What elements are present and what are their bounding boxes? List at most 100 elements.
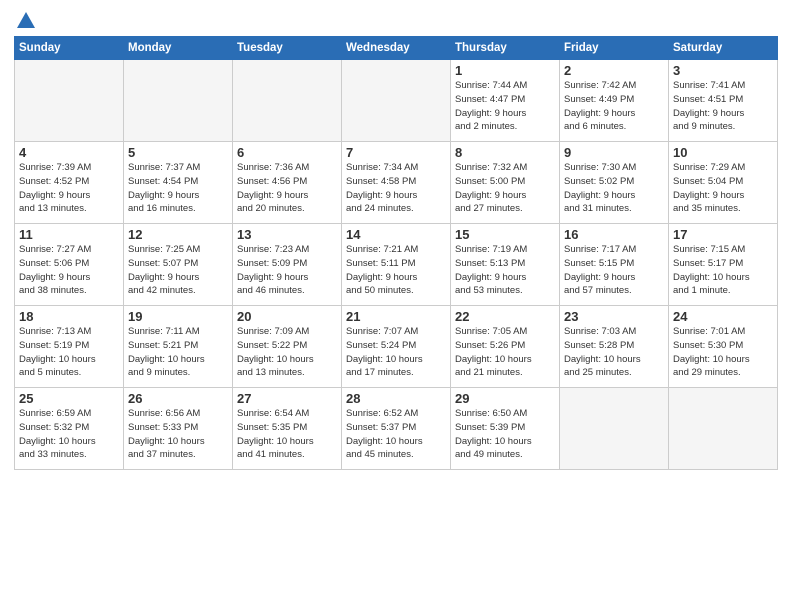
day-info: Sunrise: 7:05 AM Sunset: 5:26 PM Dayligh… bbox=[455, 325, 555, 380]
header bbox=[14, 10, 778, 28]
calendar-cell bbox=[669, 388, 778, 470]
weekday-header-row: SundayMondayTuesdayWednesdayThursdayFrid… bbox=[15, 37, 778, 60]
calendar-cell: 28Sunrise: 6:52 AM Sunset: 5:37 PM Dayli… bbox=[342, 388, 451, 470]
calendar-cell: 22Sunrise: 7:05 AM Sunset: 5:26 PM Dayli… bbox=[451, 306, 560, 388]
day-info: Sunrise: 7:44 AM Sunset: 4:47 PM Dayligh… bbox=[455, 79, 555, 134]
day-info: Sunrise: 7:30 AM Sunset: 5:02 PM Dayligh… bbox=[564, 161, 664, 216]
day-number: 24 bbox=[673, 309, 773, 324]
day-info: Sunrise: 7:25 AM Sunset: 5:07 PM Dayligh… bbox=[128, 243, 228, 298]
day-number: 6 bbox=[237, 145, 337, 160]
day-number: 16 bbox=[564, 227, 664, 242]
day-number: 15 bbox=[455, 227, 555, 242]
day-number: 9 bbox=[564, 145, 664, 160]
day-number: 3 bbox=[673, 63, 773, 78]
day-number: 7 bbox=[346, 145, 446, 160]
day-number: 12 bbox=[128, 227, 228, 242]
weekday-header-thursday: Thursday bbox=[451, 37, 560, 60]
calendar-cell bbox=[560, 388, 669, 470]
calendar-cell: 17Sunrise: 7:15 AM Sunset: 5:17 PM Dayli… bbox=[669, 224, 778, 306]
day-info: Sunrise: 7:15 AM Sunset: 5:17 PM Dayligh… bbox=[673, 243, 773, 298]
calendar-week-4: 18Sunrise: 7:13 AM Sunset: 5:19 PM Dayli… bbox=[15, 306, 778, 388]
day-info: Sunrise: 6:54 AM Sunset: 5:35 PM Dayligh… bbox=[237, 407, 337, 462]
day-number: 22 bbox=[455, 309, 555, 324]
calendar-cell: 7Sunrise: 7:34 AM Sunset: 4:58 PM Daylig… bbox=[342, 142, 451, 224]
day-info: Sunrise: 6:56 AM Sunset: 5:33 PM Dayligh… bbox=[128, 407, 228, 462]
day-number: 1 bbox=[455, 63, 555, 78]
weekday-header-wednesday: Wednesday bbox=[342, 37, 451, 60]
calendar-cell: 18Sunrise: 7:13 AM Sunset: 5:19 PM Dayli… bbox=[15, 306, 124, 388]
day-number: 28 bbox=[346, 391, 446, 406]
day-number: 2 bbox=[564, 63, 664, 78]
calendar-table: SundayMondayTuesdayWednesdayThursdayFrid… bbox=[14, 36, 778, 470]
day-number: 25 bbox=[19, 391, 119, 406]
day-info: Sunrise: 7:23 AM Sunset: 5:09 PM Dayligh… bbox=[237, 243, 337, 298]
calendar-cell: 16Sunrise: 7:17 AM Sunset: 5:15 PM Dayli… bbox=[560, 224, 669, 306]
day-number: 11 bbox=[19, 227, 119, 242]
day-number: 29 bbox=[455, 391, 555, 406]
day-info: Sunrise: 7:07 AM Sunset: 5:24 PM Dayligh… bbox=[346, 325, 446, 380]
calendar-cell: 14Sunrise: 7:21 AM Sunset: 5:11 PM Dayli… bbox=[342, 224, 451, 306]
day-number: 21 bbox=[346, 309, 446, 324]
day-number: 23 bbox=[564, 309, 664, 324]
day-info: Sunrise: 7:27 AM Sunset: 5:06 PM Dayligh… bbox=[19, 243, 119, 298]
day-info: Sunrise: 7:17 AM Sunset: 5:15 PM Dayligh… bbox=[564, 243, 664, 298]
day-number: 14 bbox=[346, 227, 446, 242]
logo bbox=[14, 10, 37, 28]
weekday-header-monday: Monday bbox=[124, 37, 233, 60]
calendar-cell: 11Sunrise: 7:27 AM Sunset: 5:06 PM Dayli… bbox=[15, 224, 124, 306]
weekday-header-friday: Friday bbox=[560, 37, 669, 60]
calendar-week-1: 1Sunrise: 7:44 AM Sunset: 4:47 PM Daylig… bbox=[15, 60, 778, 142]
calendar-cell: 13Sunrise: 7:23 AM Sunset: 5:09 PM Dayli… bbox=[233, 224, 342, 306]
calendar-cell bbox=[15, 60, 124, 142]
calendar-cell: 25Sunrise: 6:59 AM Sunset: 5:32 PM Dayli… bbox=[15, 388, 124, 470]
day-info: Sunrise: 7:13 AM Sunset: 5:19 PM Dayligh… bbox=[19, 325, 119, 380]
day-number: 8 bbox=[455, 145, 555, 160]
calendar-cell: 15Sunrise: 7:19 AM Sunset: 5:13 PM Dayli… bbox=[451, 224, 560, 306]
day-number: 10 bbox=[673, 145, 773, 160]
day-number: 17 bbox=[673, 227, 773, 242]
page-container: SundayMondayTuesdayWednesdayThursdayFrid… bbox=[0, 0, 792, 476]
calendar-cell: 21Sunrise: 7:07 AM Sunset: 5:24 PM Dayli… bbox=[342, 306, 451, 388]
day-info: Sunrise: 7:21 AM Sunset: 5:11 PM Dayligh… bbox=[346, 243, 446, 298]
day-info: Sunrise: 7:01 AM Sunset: 5:30 PM Dayligh… bbox=[673, 325, 773, 380]
day-number: 19 bbox=[128, 309, 228, 324]
day-info: Sunrise: 7:34 AM Sunset: 4:58 PM Dayligh… bbox=[346, 161, 446, 216]
calendar-cell: 6Sunrise: 7:36 AM Sunset: 4:56 PM Daylig… bbox=[233, 142, 342, 224]
weekday-header-saturday: Saturday bbox=[669, 37, 778, 60]
calendar-cell: 1Sunrise: 7:44 AM Sunset: 4:47 PM Daylig… bbox=[451, 60, 560, 142]
calendar-cell: 23Sunrise: 7:03 AM Sunset: 5:28 PM Dayli… bbox=[560, 306, 669, 388]
calendar-cell bbox=[233, 60, 342, 142]
calendar-cell: 4Sunrise: 7:39 AM Sunset: 4:52 PM Daylig… bbox=[15, 142, 124, 224]
calendar-cell: 5Sunrise: 7:37 AM Sunset: 4:54 PM Daylig… bbox=[124, 142, 233, 224]
day-number: 5 bbox=[128, 145, 228, 160]
calendar-cell bbox=[342, 60, 451, 142]
day-info: Sunrise: 7:39 AM Sunset: 4:52 PM Dayligh… bbox=[19, 161, 119, 216]
calendar-cell bbox=[124, 60, 233, 142]
day-number: 26 bbox=[128, 391, 228, 406]
day-info: Sunrise: 7:41 AM Sunset: 4:51 PM Dayligh… bbox=[673, 79, 773, 134]
day-info: Sunrise: 7:42 AM Sunset: 4:49 PM Dayligh… bbox=[564, 79, 664, 134]
calendar-cell: 10Sunrise: 7:29 AM Sunset: 5:04 PM Dayli… bbox=[669, 142, 778, 224]
day-info: Sunrise: 6:50 AM Sunset: 5:39 PM Dayligh… bbox=[455, 407, 555, 462]
calendar-cell: 9Sunrise: 7:30 AM Sunset: 5:02 PM Daylig… bbox=[560, 142, 669, 224]
calendar-week-3: 11Sunrise: 7:27 AM Sunset: 5:06 PM Dayli… bbox=[15, 224, 778, 306]
day-info: Sunrise: 7:03 AM Sunset: 5:28 PM Dayligh… bbox=[564, 325, 664, 380]
calendar-cell: 27Sunrise: 6:54 AM Sunset: 5:35 PM Dayli… bbox=[233, 388, 342, 470]
calendar-week-5: 25Sunrise: 6:59 AM Sunset: 5:32 PM Dayli… bbox=[15, 388, 778, 470]
calendar-cell: 12Sunrise: 7:25 AM Sunset: 5:07 PM Dayli… bbox=[124, 224, 233, 306]
calendar-cell: 20Sunrise: 7:09 AM Sunset: 5:22 PM Dayli… bbox=[233, 306, 342, 388]
day-info: Sunrise: 6:52 AM Sunset: 5:37 PM Dayligh… bbox=[346, 407, 446, 462]
day-info: Sunrise: 7:36 AM Sunset: 4:56 PM Dayligh… bbox=[237, 161, 337, 216]
calendar-cell: 29Sunrise: 6:50 AM Sunset: 5:39 PM Dayli… bbox=[451, 388, 560, 470]
weekday-header-tuesday: Tuesday bbox=[233, 37, 342, 60]
calendar-week-2: 4Sunrise: 7:39 AM Sunset: 4:52 PM Daylig… bbox=[15, 142, 778, 224]
day-info: Sunrise: 7:09 AM Sunset: 5:22 PM Dayligh… bbox=[237, 325, 337, 380]
day-number: 27 bbox=[237, 391, 337, 406]
day-info: Sunrise: 7:19 AM Sunset: 5:13 PM Dayligh… bbox=[455, 243, 555, 298]
day-info: Sunrise: 6:59 AM Sunset: 5:32 PM Dayligh… bbox=[19, 407, 119, 462]
day-info: Sunrise: 7:32 AM Sunset: 5:00 PM Dayligh… bbox=[455, 161, 555, 216]
day-info: Sunrise: 7:29 AM Sunset: 5:04 PM Dayligh… bbox=[673, 161, 773, 216]
calendar-cell: 8Sunrise: 7:32 AM Sunset: 5:00 PM Daylig… bbox=[451, 142, 560, 224]
day-info: Sunrise: 7:11 AM Sunset: 5:21 PM Dayligh… bbox=[128, 325, 228, 380]
weekday-header-sunday: Sunday bbox=[15, 37, 124, 60]
